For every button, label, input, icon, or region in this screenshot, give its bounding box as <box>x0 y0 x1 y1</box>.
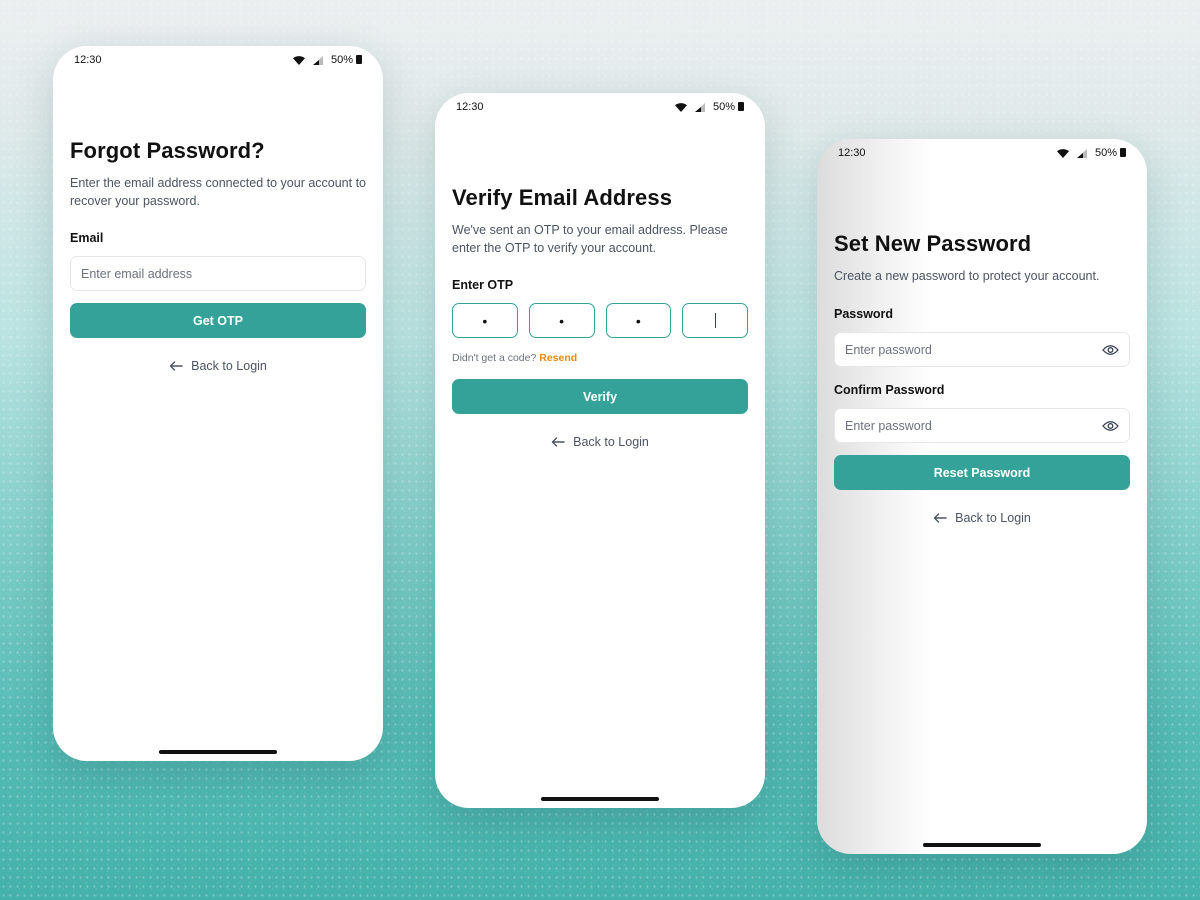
wifi-icon <box>1056 148 1069 158</box>
reset-password-button[interactable]: Reset Password <box>834 455 1130 490</box>
status-bar: 12:30 50% <box>838 146 1126 160</box>
email-label: Email <box>70 231 104 245</box>
otp-inputs: • • • <box>452 303 748 338</box>
status-time: 12:30 <box>74 54 102 66</box>
forgot-password-screen: 12:30 50% Forgot Password? Enter the ema… <box>53 46 383 761</box>
signal-icon <box>312 55 323 65</box>
page-title: Verify Email Address <box>452 185 673 210</box>
home-indicator <box>541 797 659 801</box>
wifi-icon <box>292 55 305 65</box>
page-subtitle: Create a new password to protect your ac… <box>834 269 1100 283</box>
get-otp-button[interactable]: Get OTP <box>70 303 366 338</box>
set-new-password-screen: 12:30 50% Set New Password Create a new … <box>817 139 1147 854</box>
eye-icon[interactable] <box>1102 344 1119 356</box>
home-indicator <box>923 843 1041 847</box>
otp-digit-3[interactable]: • <box>605 303 672 338</box>
battery-percent: 50% <box>1094 147 1117 159</box>
password-label: Password <box>834 307 894 321</box>
verify-email-screen: 12:30 50% Verify Email Address We've sen… <box>435 93 765 808</box>
page-subtitle: We've sent an OTP to your email address.… <box>452 223 728 255</box>
text-cursor <box>714 313 716 328</box>
battery-icon <box>1120 148 1126 157</box>
page-title: Set New Password <box>834 231 1032 256</box>
battery-icon <box>738 102 744 111</box>
email-input[interactable]: Enter email address <box>70 256 366 291</box>
back-label: Back to Login <box>573 435 649 449</box>
resend-link[interactable]: Resend <box>539 352 577 364</box>
status-time: 12:30 <box>838 147 866 159</box>
email-placeholder: Enter email address <box>81 266 193 281</box>
arrow-left-icon <box>169 361 183 371</box>
battery-percent: 50% <box>712 101 735 113</box>
status-bar: 12:30 50% <box>74 53 362 67</box>
page-subtitle: Enter the email address connected to you… <box>70 176 367 208</box>
verify-button[interactable]: Verify <box>452 379 748 414</box>
back-to-login-link[interactable]: Back to Login <box>452 435 748 449</box>
home-indicator <box>159 750 277 754</box>
status-time: 12:30 <box>456 101 484 113</box>
wifi-icon <box>674 102 687 112</box>
signal-icon <box>1076 148 1087 158</box>
back-label: Back to Login <box>191 359 267 373</box>
battery-icon <box>356 55 362 64</box>
back-to-login-link[interactable]: Back to Login <box>70 359 366 373</box>
battery-percent: 50% <box>330 54 353 66</box>
back-label: Back to Login <box>955 511 1031 525</box>
password-placeholder: Enter password <box>845 342 932 357</box>
otp-digit-4[interactable] <box>682 303 748 338</box>
page-title: Forgot Password? <box>70 138 265 163</box>
arrow-left-icon <box>933 513 947 523</box>
eye-icon[interactable] <box>1102 420 1119 432</box>
otp-label: Enter OTP <box>452 278 514 292</box>
password-input[interactable]: Enter password <box>834 332 1130 367</box>
confirm-password-label: Confirm Password <box>834 383 945 397</box>
otp-digit-2[interactable]: • <box>528 303 595 338</box>
confirm-password-placeholder: Enter password <box>845 418 932 433</box>
back-to-login-link[interactable]: Back to Login <box>834 511 1130 525</box>
resend-prompt: Didn't get a code? <box>452 352 537 364</box>
confirm-password-input[interactable]: Enter password <box>834 408 1130 443</box>
otp-digit-1[interactable]: • <box>452 303 518 338</box>
arrow-left-icon <box>551 437 565 447</box>
resend-row: Didn't get a code? Resend <box>452 352 748 364</box>
status-bar: 12:30 50% <box>456 100 744 114</box>
signal-icon <box>694 102 705 112</box>
